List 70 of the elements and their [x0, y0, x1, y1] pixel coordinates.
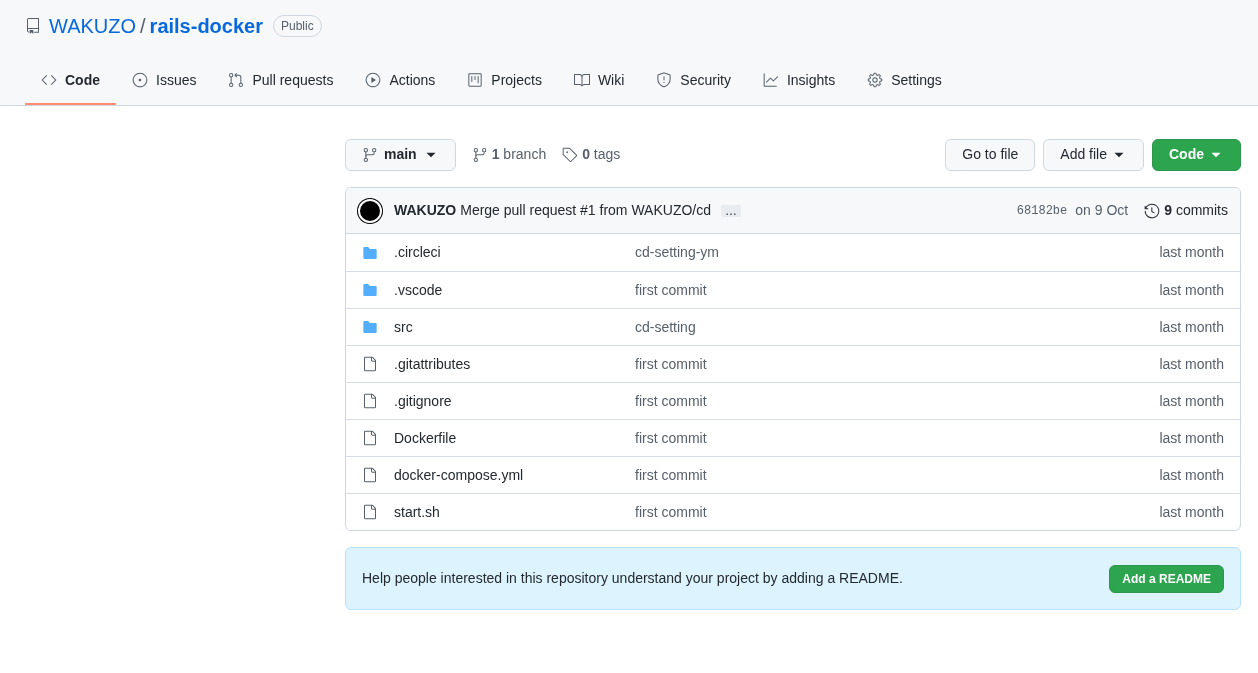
file-age: last month	[1159, 280, 1224, 300]
commit-message[interactable]: Merge pull request #1 from WAKUZO/cd	[460, 200, 711, 221]
commits-link[interactable]: 9 commits	[1144, 200, 1228, 221]
file-commit-message[interactable]: cd-setting-ym	[635, 242, 720, 263]
shield-icon	[656, 72, 673, 88]
file-name-link[interactable]: .gitattributes	[394, 353, 635, 375]
file-commit-message[interactable]: first commit	[635, 353, 707, 375]
readme-prompt-text: Help people interested in this repository understand your project by adding a README.	[362, 569, 903, 588]
file-age: last month	[1159, 243, 1224, 262]
folder-icon	[362, 319, 378, 335]
repo-tab[interactable]: Settings	[851, 57, 958, 105]
file-name-link[interactable]: start.sh	[394, 501, 635, 523]
go-to-file-button[interactable]: Go to file	[945, 138, 1036, 171]
commit-date: on 9 Oct	[1075, 201, 1129, 220]
repo-tab[interactable]: Code	[25, 57, 116, 105]
pull-request-icon	[228, 72, 245, 88]
repo-tab[interactable]: Insights	[746, 57, 852, 105]
file-icon	[362, 393, 378, 409]
code-icon	[41, 72, 57, 88]
branch-select[interactable]: main	[345, 138, 456, 171]
path-separator: /	[140, 14, 146, 39]
project-board-icon	[467, 72, 484, 88]
file-age: last month	[1159, 354, 1224, 374]
repo-tab[interactable]: Actions	[349, 57, 452, 105]
file-age: last month	[1159, 428, 1224, 448]
add-file-button[interactable]: Add file	[1043, 138, 1144, 171]
repo-tab[interactable]: Security	[640, 57, 747, 105]
file-commit-message[interactable]: first commit	[635, 279, 707, 301]
file-name-link[interactable]: .vscode	[394, 279, 635, 301]
file-commit-message[interactable]: first commit	[635, 464, 707, 486]
file-icon	[362, 356, 378, 372]
file-icon	[362, 430, 378, 446]
repo-tab[interactable]: Projects	[451, 57, 558, 105]
file-icon	[362, 504, 378, 520]
file-commit-message[interactable]: first commit	[635, 427, 707, 449]
branch-icon	[362, 146, 378, 163]
settings-icon	[867, 72, 884, 88]
folder-icon	[362, 244, 378, 261]
file-name-link[interactable]: src	[394, 316, 635, 338]
book-icon	[573, 72, 590, 88]
repo-tab[interactable]: Issues	[116, 57, 213, 105]
file-commit-message[interactable]: first commit	[635, 390, 707, 412]
file-age: last month	[1159, 317, 1224, 337]
repo-icon	[25, 18, 41, 34]
file-name-link[interactable]: .circleci	[394, 242, 635, 263]
file-age: last month	[1159, 502, 1224, 522]
graph-icon	[762, 72, 779, 88]
branch-icon	[471, 146, 488, 163]
avatar	[358, 198, 382, 223]
file-icon	[362, 467, 378, 483]
file-name-link[interactable]: .gitignore	[394, 390, 635, 412]
expand-commit-button[interactable]: …	[721, 204, 741, 217]
repo-tab[interactable]: Wiki	[557, 57, 641, 105]
history-icon	[1144, 202, 1161, 219]
owner-link[interactable]: WAKUZO	[49, 11, 137, 41]
file-name-link[interactable]: Dockerfile	[394, 427, 635, 449]
file-age: last month	[1159, 465, 1224, 485]
repo-name-link[interactable]: rails-docker	[149, 11, 263, 41]
tags-link[interactable]: 0 tags	[562, 144, 621, 165]
file-name-link[interactable]: docker-compose.yml	[394, 464, 635, 486]
file-commit-message[interactable]: cd-setting	[635, 316, 696, 338]
commit-sha[interactable]: 68182be	[1016, 201, 1068, 220]
file-commit-message[interactable]: first commit	[635, 501, 707, 523]
branches-link[interactable]: 1 branch	[471, 144, 547, 165]
commit-author[interactable]: WAKUZO	[394, 200, 457, 221]
file-age: last month	[1159, 391, 1224, 411]
folder-icon	[362, 282, 378, 298]
tag-icon	[562, 146, 579, 163]
play-icon	[365, 72, 382, 88]
repo-tab[interactable]: Pull requests	[212, 57, 350, 105]
